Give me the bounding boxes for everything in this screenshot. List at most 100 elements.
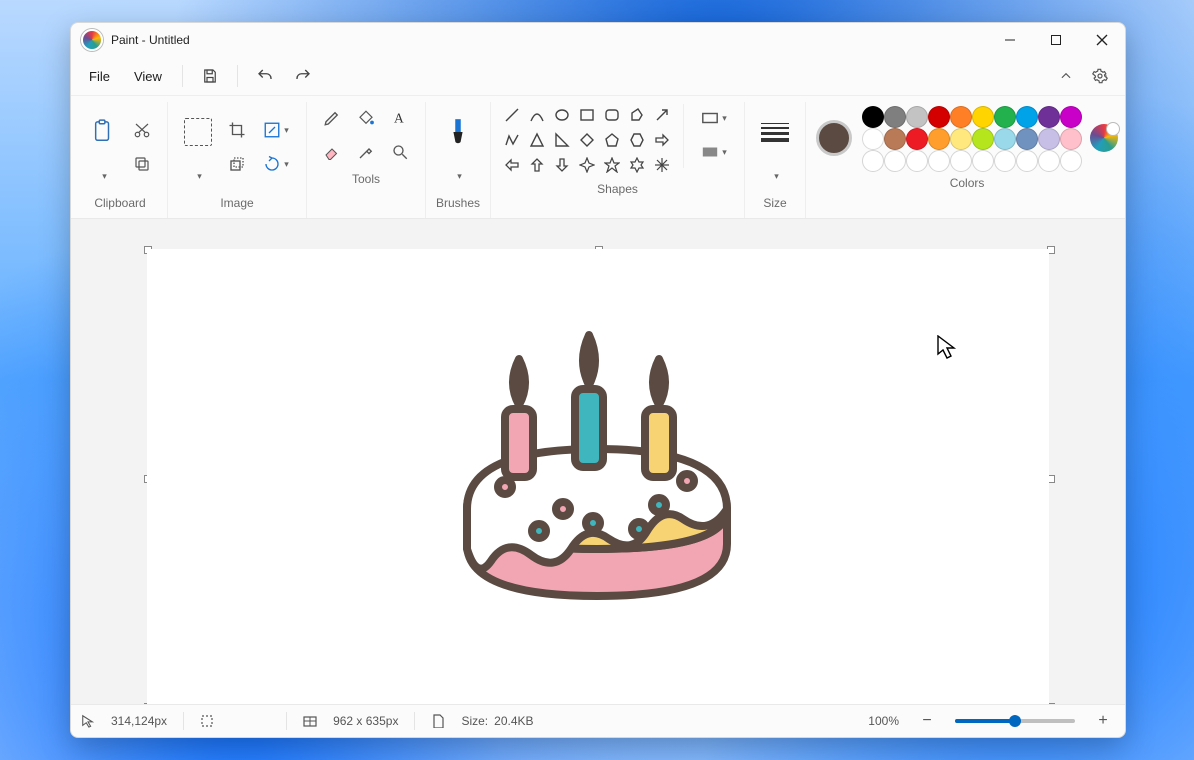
group-label-shapes: Shapes (597, 176, 638, 200)
fill-tool[interactable] (351, 104, 381, 132)
shape-star5[interactable] (601, 154, 623, 176)
color-swatch[interactable] (972, 128, 994, 150)
collapse-ribbon-button[interactable] (1049, 61, 1083, 91)
shape-polyline[interactable] (501, 129, 523, 151)
eraser-tool[interactable] (317, 138, 347, 166)
color-swatch[interactable] (994, 128, 1016, 150)
color-swatch-empty[interactable] (1016, 150, 1038, 172)
minimize-button[interactable] (987, 23, 1033, 57)
zoom-in-button[interactable]: + (1091, 709, 1115, 733)
menu-view[interactable]: View (124, 63, 172, 90)
color-swatch[interactable] (884, 128, 906, 150)
titlebar: Paint - Untitled (71, 23, 1125, 57)
redo-button[interactable] (286, 61, 320, 91)
color-swatch[interactable] (862, 106, 884, 128)
shape-star4[interactable] (576, 154, 598, 176)
size-dropdown[interactable]: ▾ (760, 162, 790, 190)
close-button[interactable] (1079, 23, 1125, 57)
shape-curve[interactable] (526, 104, 548, 126)
color-swatch[interactable] (928, 128, 950, 150)
shapes-gallery[interactable] (501, 104, 673, 176)
canvas[interactable] (147, 249, 1049, 704)
current-color-1[interactable] (816, 120, 852, 156)
color-swatch-empty[interactable] (906, 150, 928, 172)
crop-button[interactable] (222, 116, 252, 144)
shape-oval[interactable] (551, 104, 573, 126)
pencil-tool[interactable] (317, 104, 347, 132)
color-swatch-empty[interactable] (1038, 150, 1060, 172)
shape-arrow-down[interactable] (551, 154, 573, 176)
color-picker-tool[interactable] (351, 138, 381, 166)
shape-triangle[interactable] (526, 129, 548, 151)
rotate-dropdown[interactable]: ▾ (256, 150, 296, 178)
shape-arrow-right[interactable] (651, 129, 673, 151)
color-swatch[interactable] (906, 128, 928, 150)
shape-burst[interactable] (651, 154, 673, 176)
size-button[interactable] (755, 104, 795, 160)
shape-diamond[interactable] (576, 129, 598, 151)
shape-arrow-up[interactable] (526, 154, 548, 176)
rotate-icon[interactable] (222, 150, 252, 178)
shape-line[interactable] (501, 104, 523, 126)
color-swatch[interactable] (1016, 128, 1038, 150)
paste-dropdown[interactable]: ▾ (88, 162, 118, 190)
color-swatch[interactable] (928, 106, 950, 128)
color-swatch[interactable] (994, 106, 1016, 128)
copy-button[interactable] (127, 150, 157, 178)
color-swatch-empty[interactable] (972, 150, 994, 172)
settings-button[interactable] (1083, 61, 1117, 91)
brush-button[interactable] (438, 104, 478, 160)
shape-outline-dropdown[interactable]: ▾ (694, 104, 734, 132)
shape-pentagon[interactable] (601, 129, 623, 151)
edit-colors-button[interactable] (1090, 124, 1118, 152)
paste-button[interactable] (83, 104, 123, 160)
paint-window: Paint - Untitled File View (70, 22, 1126, 738)
color-swatch-empty[interactable] (862, 150, 884, 172)
color-swatch[interactable] (1060, 106, 1082, 128)
select-button[interactable] (178, 104, 218, 160)
save-button[interactable] (193, 61, 227, 91)
filesize-value: 20.4KB (494, 714, 533, 728)
color-swatch-empty[interactable] (884, 150, 906, 172)
color-swatch[interactable] (1038, 128, 1060, 150)
shape-right-triangle[interactable] (551, 129, 573, 151)
select-dropdown[interactable]: ▾ (183, 162, 213, 190)
shape-arrow-left[interactable] (501, 154, 523, 176)
color-palette (862, 106, 1080, 170)
shape-fill-dropdown[interactable]: ▾ (694, 138, 734, 166)
maximize-button[interactable] (1033, 23, 1079, 57)
shape-polygon[interactable] (626, 104, 648, 126)
color-swatch[interactable] (1038, 106, 1060, 128)
magnifier-tool[interactable] (385, 138, 415, 166)
color-swatch[interactable] (1016, 106, 1038, 128)
group-label-brushes: Brushes (436, 190, 480, 214)
undo-button[interactable] (248, 61, 282, 91)
color-swatch[interactable] (950, 128, 972, 150)
color-swatch[interactable] (906, 106, 928, 128)
color-swatch-empty[interactable] (1060, 150, 1082, 172)
zoom-label: 100% (868, 714, 899, 728)
color-swatch[interactable] (972, 106, 994, 128)
brush-dropdown[interactable]: ▾ (443, 162, 473, 190)
zoom-out-button[interactable]: − (915, 709, 939, 733)
shape-rect[interactable] (576, 104, 598, 126)
shape-hexagon[interactable] (626, 129, 648, 151)
color-swatch[interactable] (1060, 128, 1082, 150)
canvas-area[interactable] (71, 219, 1125, 704)
shape-roundrect[interactable] (601, 104, 623, 126)
text-tool[interactable]: A (385, 104, 415, 132)
resize-button[interactable]: ▾ (256, 116, 296, 144)
color-swatch[interactable] (862, 128, 884, 150)
zoom-slider[interactable] (955, 719, 1075, 723)
color-swatch[interactable] (884, 106, 906, 128)
color-swatch[interactable] (950, 106, 972, 128)
ribbon: ▾ Clipboard ▾ (71, 96, 1125, 219)
shape-arrow-ne[interactable] (651, 104, 673, 126)
canvas-size-icon (303, 714, 317, 728)
color-swatch-empty[interactable] (950, 150, 972, 172)
color-swatch-empty[interactable] (994, 150, 1016, 172)
shape-star6[interactable] (626, 154, 648, 176)
cut-button[interactable] (127, 116, 157, 144)
color-swatch-empty[interactable] (928, 150, 950, 172)
menu-file[interactable]: File (79, 63, 120, 90)
